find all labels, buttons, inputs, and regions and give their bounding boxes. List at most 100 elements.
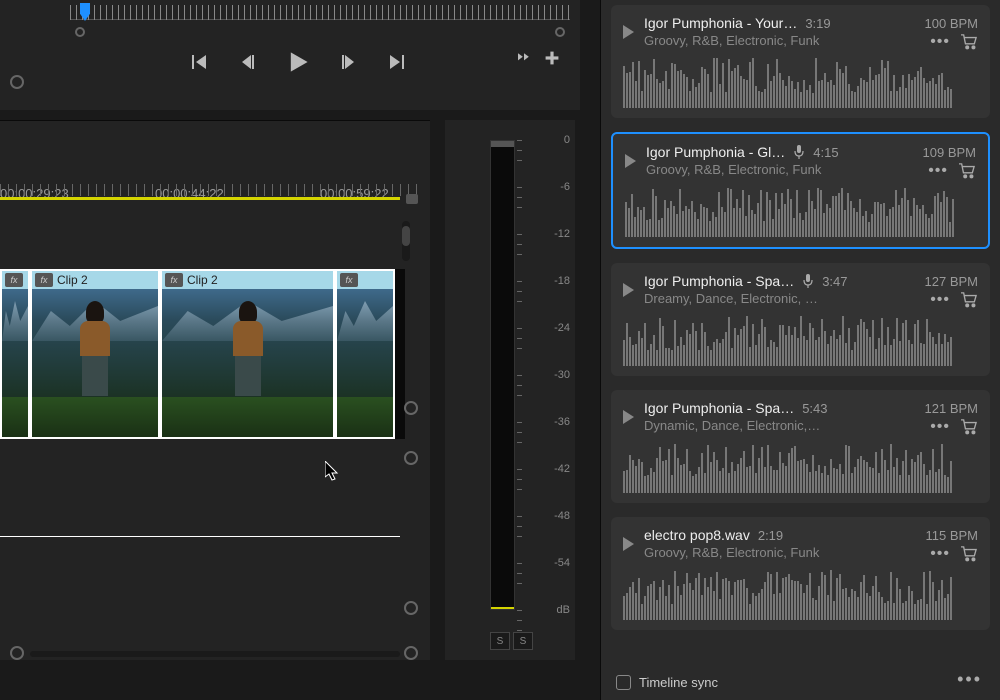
track-toggle[interactable] [10,75,24,89]
cart-icon[interactable] [960,292,978,308]
clip-header: fx Clip 2 [32,271,158,289]
horizontal-zoom-handle[interactable] [10,646,24,660]
vertical-scrollbar[interactable] [402,221,410,261]
panel-menu-button[interactable]: ••• [957,669,982,690]
add-marker-icon[interactable] [544,50,560,66]
music-track-card[interactable]: Igor Pumphonia - Your… 3:19 100 BPM Groo… [611,5,990,118]
clip-thumbnail [80,301,110,391]
play-track-button[interactable] [625,154,636,168]
music-track-card[interactable]: Igor Pumphonia - Spa… 5:43 121 BPM Dynam… [611,390,990,503]
track-waveform[interactable] [623,316,978,366]
track-more-button[interactable]: ••• [930,418,950,436]
music-track-card[interactable]: electro pop8.wav 2:19 115 BPM Groovy, R&… [611,517,990,630]
clip-label: Clip 2 [187,273,218,287]
music-browser-panel: Igor Pumphonia - Your… 3:19 100 BPM Groo… [600,0,1000,700]
clip-thumbnail [233,301,263,391]
track-bpm: 100 BPM [925,16,978,31]
video-track[interactable]: fx fx Clip 2 fx Clip 2 fx [0,269,405,439]
transport-extra [516,50,560,66]
track-title: electro pop8.wav [644,527,750,543]
play-icon[interactable] [286,50,310,74]
video-clip[interactable]: fx [335,269,395,439]
track-bpm: 109 BPM [923,145,976,160]
cart-icon[interactable] [960,419,978,435]
track-more-button[interactable]: ••• [930,291,950,309]
db-label: -24 [530,322,570,334]
microphone-icon [793,145,805,159]
track-more-button[interactable]: ••• [930,33,950,51]
clip-thumbnail [2,291,28,341]
go-to-out-icon[interactable] [386,52,406,72]
track-waveform[interactable] [623,58,978,108]
track-waveform[interactable] [623,443,978,493]
go-to-in-icon[interactable] [190,52,210,72]
music-track-card[interactable]: Igor Pumphonia - Gl… 4:15 109 BPM Groovy… [611,132,990,249]
track-duration: 3:47 [822,274,847,289]
db-label: 0 [530,134,570,146]
play-track-button[interactable] [623,410,634,424]
scrub-bar[interactable] [70,5,570,35]
out-point-handle[interactable] [555,27,565,37]
clip-thumbnail [32,397,158,437]
track-bpm: 115 BPM [925,528,978,543]
clip-header: fx [337,271,393,289]
track-title: Igor Pumphonia - Spa… [644,400,794,416]
step-forward-icon[interactable] [338,52,358,72]
timeline-sync-checkbox[interactable] [616,675,631,690]
track-tags: Groovy, R&B, Electronic, Funk [646,162,976,177]
work-area-handle[interactable] [406,194,418,204]
fast-forward-icon[interactable] [516,52,532,64]
video-clip[interactable]: fx [0,269,30,439]
track-title: Igor Pumphonia - Your… [644,15,797,31]
fx-badge-icon[interactable]: fx [165,273,183,287]
play-track-button[interactable] [623,283,634,297]
peak-indicator [491,141,514,147]
db-scale: 0-6-12-18-24-30-36-42-48-54dB [525,140,570,610]
track-tags: Groovy, R&B, Electronic, Funk [644,33,978,48]
db-label: -42 [530,463,570,475]
scrollbar-thumb[interactable] [402,226,410,246]
video-clip[interactable]: fx Clip 2 [30,269,160,439]
clip-thumbnail [337,397,393,437]
zoom-handle[interactable] [404,646,418,660]
db-label: dB [530,604,570,616]
timeline-panel: 00:00:29:23 00:00:44:22 00:00:59:22 fx f… [0,120,430,660]
clip-thumbnail [162,397,333,437]
music-track-card[interactable]: Igor Pumphonia - Spa… 3:47 127 BPM Dream… [611,263,990,376]
clip-header: fx [2,271,28,289]
audio-level-meter [490,140,515,610]
play-track-button[interactable] [623,25,634,39]
track-bpm: 127 BPM [925,274,978,289]
video-clip[interactable]: fx Clip 2 [160,269,335,439]
zoom-handle[interactable] [404,601,418,615]
track-more-button[interactable]: ••• [928,162,948,180]
solo-left-button[interactable]: S [490,632,510,650]
db-label: -6 [530,181,570,193]
time-ruler[interactable]: 00:00:29:23 00:00:44:22 00:00:59:22 [0,161,420,196]
track-waveform[interactable] [625,187,976,237]
db-label: -30 [530,369,570,381]
scrub-ticks [70,5,570,20]
cart-icon[interactable] [960,546,978,562]
cart-icon[interactable] [958,163,976,179]
in-point-handle[interactable] [75,27,85,37]
solo-right-button[interactable]: S [513,632,533,650]
fx-badge-icon[interactable]: fx [5,273,23,287]
fx-badge-icon[interactable]: fx [35,273,53,287]
meter-level-right [503,607,515,609]
timeline-sync-label: Timeline sync [639,675,718,690]
work-area-bar[interactable] [0,197,400,200]
cart-icon[interactable] [960,34,978,50]
track-duration: 3:19 [805,16,830,31]
track-waveform[interactable] [623,570,978,620]
track-title: Igor Pumphonia - Spa… [644,273,794,289]
track-more-button[interactable]: ••• [930,545,950,563]
track-duration: 4:15 [813,145,838,160]
zoom-handle[interactable] [404,401,418,415]
horizontal-scrollbar[interactable] [30,651,400,657]
step-back-icon[interactable] [238,52,258,72]
play-track-button[interactable] [623,537,634,551]
zoom-handle[interactable] [404,451,418,465]
fx-badge-icon[interactable]: fx [340,273,358,287]
solo-buttons: S S [490,632,533,650]
